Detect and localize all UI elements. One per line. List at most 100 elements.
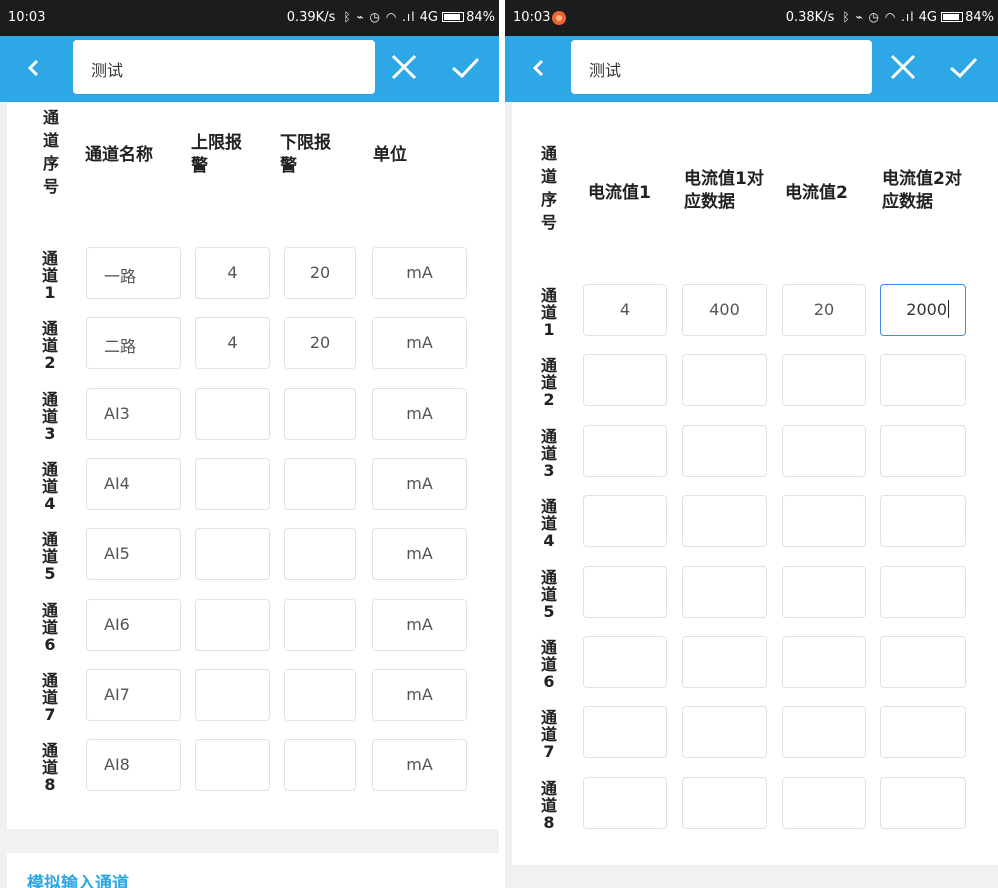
search-input[interactable]: 测试 (571, 40, 872, 94)
confirm-button[interactable] (447, 49, 483, 85)
close-button[interactable] (386, 49, 422, 85)
current-1-data-field[interactable] (682, 776, 767, 829)
confirm-button[interactable] (945, 49, 981, 85)
current-1-data-field[interactable] (682, 495, 767, 548)
channel-name-field[interactable]: 一路 (86, 247, 181, 299)
current-2-field[interactable] (782, 776, 866, 829)
channel-table: 通道序号 通道名称 上限报警 下限报警 单位通道 1 一路 4 20 mA 通道 2 二路 4 20 mA 通道… (7, 102, 499, 829)
high-alarm-field[interactable] (195, 598, 270, 651)
current-1-data-field[interactable] (682, 636, 767, 688)
status-right: 0.39K/s ᛒ ⌁ ◷ ◠ .ıl 4G 84% (287, 10, 495, 25)
low-alarm-field[interactable] (284, 457, 356, 510)
low-alarm-field[interactable] (284, 668, 356, 721)
current-2-data-field[interactable] (880, 636, 966, 688)
network-speed: 0.38K/s (785, 10, 835, 25)
current-2-data-field[interactable] (880, 424, 966, 477)
current-2-data-field[interactable] (880, 495, 966, 548)
check-icon (452, 57, 480, 79)
right-screen: 10:03 0.38K/s ᛒ ⌁ ◷ ◠ .ıl 4G 84% 测试 通道序号 电… (505, 0, 998, 888)
current-table: 通道序号 电流值1 电流值1对应数据 电流值2 电流值2对应数据通道 1 4 400 20 200… (512, 102, 998, 865)
current-1-field[interactable]: 4 (583, 284, 667, 336)
current-2-field[interactable] (782, 354, 866, 407)
high-alarm-field[interactable] (195, 528, 270, 581)
current-1-field[interactable] (583, 495, 667, 548)
channel-label: 通道2 (41, 319, 58, 373)
back-button[interactable] (531, 56, 551, 82)
back-button[interactable] (26, 56, 46, 82)
network-type: 4G (918, 10, 937, 25)
current-1-data-field[interactable] (682, 424, 767, 477)
channel-name-field[interactable]: AI7 (86, 668, 181, 721)
channel-name-field[interactable]: AI6 (86, 598, 181, 651)
high-alarm-field[interactable]: 4 (195, 247, 270, 299)
chevron-left-icon (27, 59, 39, 77)
header-unit: 单位 (373, 145, 407, 165)
channel-label: 通道8 (540, 778, 557, 832)
close-button[interactable] (885, 49, 921, 85)
low-alarm-field[interactable] (284, 598, 356, 651)
low-alarm-field[interactable]: 20 (284, 317, 356, 370)
channel-name-field[interactable]: AI4 (86, 457, 181, 510)
current-2-field[interactable] (782, 636, 866, 688)
unit-field[interactable]: mA (372, 317, 467, 370)
current-2-field[interactable] (782, 565, 866, 618)
status-icons: ᛒ ⌁ ◷ ◠ .ıl (343, 10, 416, 24)
current-2-data-field[interactable] (880, 565, 966, 618)
current-1-field[interactable] (583, 636, 667, 688)
high-alarm-field[interactable] (195, 739, 270, 792)
current-2-field[interactable] (782, 424, 866, 477)
current-2-field[interactable]: 20 (782, 284, 866, 336)
current-1-data-field[interactable]: 400 (682, 284, 767, 336)
low-alarm-field[interactable]: 20 (284, 247, 356, 299)
current-1-field[interactable] (583, 776, 667, 829)
channel-label: 通道6 (41, 600, 58, 654)
current-1-data-field[interactable] (682, 706, 767, 759)
unit-field[interactable]: mA (372, 598, 467, 651)
channel-name-field[interactable]: 二路 (86, 317, 181, 370)
battery-icon (941, 12, 964, 22)
low-alarm-field[interactable] (284, 387, 356, 440)
current-1-data-field[interactable] (682, 565, 767, 618)
unit-field[interactable]: mA (372, 739, 467, 792)
current-2-field[interactable] (782, 495, 866, 548)
channel-name-field[interactable]: AI8 (86, 739, 181, 792)
high-alarm-field[interactable] (195, 387, 270, 440)
status-time: 10:03 (8, 10, 46, 25)
unit-field[interactable]: mA (372, 387, 467, 440)
status-time: 10:03 (513, 10, 551, 25)
current-2-data-field[interactable]: 2000 (880, 284, 966, 336)
channel-name-field[interactable]: AI3 (86, 387, 181, 440)
current-1-data-field[interactable] (682, 354, 767, 407)
current-1-field[interactable] (583, 706, 667, 759)
unit-field[interactable]: mA (372, 457, 467, 510)
unit-field[interactable]: mA (372, 668, 467, 721)
battery-level: 84% (466, 10, 495, 25)
high-alarm-field[interactable] (195, 668, 270, 721)
high-alarm-field[interactable]: 4 (195, 317, 270, 370)
battery-level: 84% (965, 10, 994, 25)
current-2-field[interactable] (782, 706, 866, 759)
battery-icon (442, 12, 465, 22)
current-1-field[interactable] (583, 565, 667, 618)
channel-label: 通道4 (540, 497, 557, 551)
current-2-data-field[interactable] (880, 706, 966, 759)
channel-label: 通道5 (41, 530, 58, 584)
channel-label: 通道6 (540, 638, 557, 691)
low-alarm-field[interactable] (284, 739, 356, 792)
current-1-field[interactable] (583, 424, 667, 477)
low-alarm-field[interactable] (284, 528, 356, 581)
current-2-data-field[interactable] (880, 776, 966, 829)
high-alarm-field[interactable] (195, 457, 270, 510)
network-type: 4G (419, 10, 438, 25)
unit-field[interactable]: mA (372, 528, 467, 581)
search-input-value: 测试 (91, 61, 124, 80)
search-input[interactable]: 测试 (73, 40, 375, 94)
search-input-value: 测试 (589, 61, 622, 80)
channel-name-field[interactable]: AI5 (86, 528, 181, 581)
unit-field[interactable]: mA (372, 247, 467, 299)
channel-label: 通道1 (540, 286, 557, 339)
status-bar: 10:03 0.39K/s ᛒ ⌁ ◷ ◠ .ıl 4G 84% (0, 0, 499, 36)
current-2-data-field[interactable] (880, 354, 966, 407)
current-1-field[interactable] (583, 354, 667, 407)
channel-label: 通道2 (540, 356, 557, 410)
